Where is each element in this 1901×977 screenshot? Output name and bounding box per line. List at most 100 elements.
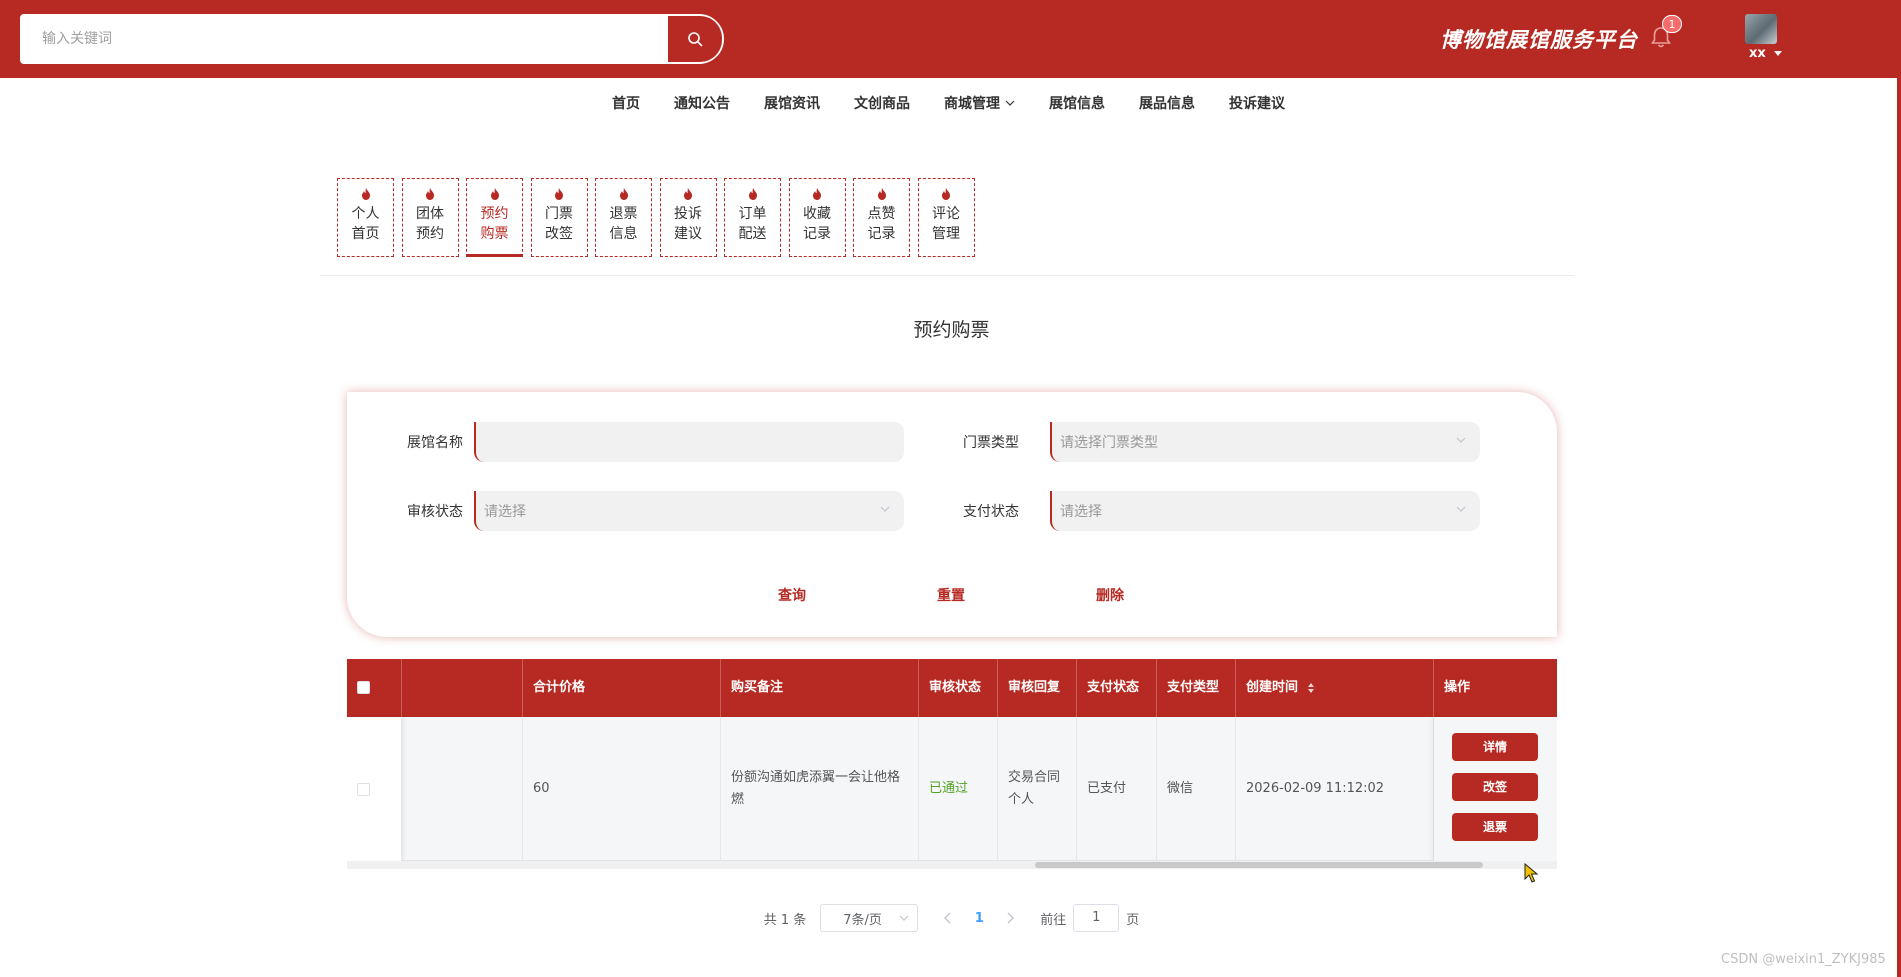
mouse-cursor-icon xyxy=(1524,863,1538,883)
row-pay-type: 微信 xyxy=(1157,717,1236,861)
header-created-at[interactable]: 创建时间 xyxy=(1236,659,1434,717)
pagination-total: 共 1 条 xyxy=(763,912,807,928)
tab-label: 订单配送 xyxy=(738,206,767,242)
search-input[interactable] xyxy=(22,16,668,62)
row-select-cell xyxy=(347,717,402,861)
user-name[interactable]: xx xyxy=(1749,46,1766,61)
divider xyxy=(320,275,1574,276)
nav-item-hall-news[interactable]: 展馆资讯 xyxy=(747,93,837,113)
next-page-icon[interactable] xyxy=(1005,912,1015,924)
header-total-price: 合计价格 xyxy=(523,659,721,717)
query-button[interactable]: 查询 xyxy=(778,585,806,605)
top-header: 博物馆展馆服务平台 1 xx xyxy=(0,0,1897,78)
tab-label: 退票信息 xyxy=(609,206,638,242)
booking-table: 合计价格 购买备注 审核状态 审核回复 支付状态 支付类型 创建时间 操作 60… xyxy=(347,659,1557,869)
horizontal-scrollbar[interactable] xyxy=(347,861,1557,869)
vertical-scrollbar[interactable] xyxy=(1897,0,1901,977)
header-cell-empty xyxy=(402,659,523,717)
header-actions: 操作 xyxy=(1444,680,1471,695)
page-title: 预约购票 xyxy=(913,319,990,341)
tab-refund-info[interactable]: 退票信息 xyxy=(595,178,652,257)
change-ticket-button[interactable]: 改签 xyxy=(1452,773,1538,801)
fire-icon xyxy=(490,188,499,200)
tab-favorites[interactable]: 收藏记录 xyxy=(788,178,846,257)
review-status-select[interactable]: 请选择 xyxy=(474,491,904,531)
nav-label: 展馆信息 xyxy=(1049,96,1105,112)
header-review-status: 审核状态 xyxy=(919,659,998,717)
nav-label: 文创商品 xyxy=(854,96,910,112)
row-pay-status: 已支付 xyxy=(1077,717,1157,861)
caret-down-icon[interactable] xyxy=(1774,51,1782,56)
pay-status-select[interactable]: 请选择 xyxy=(1050,491,1480,531)
chevron-down-icon xyxy=(1456,506,1466,512)
row-total-price: 60 xyxy=(523,717,721,861)
header-pay-type: 支付类型 xyxy=(1157,659,1236,717)
nav-label: 展品信息 xyxy=(1139,96,1195,112)
nav-label: 通知公告 xyxy=(674,96,730,112)
ticket-type-select[interactable]: 请选择门票类型 xyxy=(1050,422,1480,462)
page-number-current[interactable]: 1 xyxy=(967,911,991,926)
detail-button[interactable]: 详情 xyxy=(1452,733,1538,761)
tab-complaints[interactable]: 投诉建议 xyxy=(659,178,717,257)
tab-ticket-booking[interactable]: 预约购票 xyxy=(466,178,523,257)
tab-comments[interactable]: 评论管理 xyxy=(917,178,975,257)
notification-badge: 1 xyxy=(1662,15,1682,33)
fire-icon xyxy=(942,188,950,200)
tab-label: 点赞记录 xyxy=(867,206,896,242)
horizontal-scrollbar-thumb[interactable] xyxy=(1035,862,1483,868)
delete-button[interactable]: 删除 xyxy=(1096,585,1124,605)
chevron-down-icon xyxy=(880,506,890,512)
reset-button[interactable]: 重置 xyxy=(937,585,965,605)
search-button[interactable] xyxy=(668,16,722,62)
tab-order-delivery[interactable]: 订单配送 xyxy=(724,178,781,257)
search-icon xyxy=(688,32,703,47)
fire-icon xyxy=(813,188,821,200)
nav-item-notices[interactable]: 通知公告 xyxy=(657,93,747,113)
nav-item-exhibit-info[interactable]: 展品信息 xyxy=(1122,93,1212,113)
goto-page-input[interactable]: 1 xyxy=(1073,904,1120,932)
header-created-at-label: 创建时间 xyxy=(1246,680,1299,695)
nav-item-complaints[interactable]: 投诉建议 xyxy=(1212,93,1302,113)
select-all-checkbox[interactable] xyxy=(357,681,370,694)
refund-ticket-button[interactable]: 退票 xyxy=(1452,813,1538,841)
row-review-status: 已通过 xyxy=(919,717,998,861)
tab-label: 收藏记录 xyxy=(803,206,831,242)
fire-icon xyxy=(748,188,757,200)
platform-title: 博物馆展馆服务平台 xyxy=(1440,28,1638,52)
tab-likes[interactable]: 点赞记录 xyxy=(853,178,910,257)
page-size-select[interactable]: 7条/页 xyxy=(820,904,919,932)
tab-personal-home[interactable]: 个人首页 xyxy=(337,178,394,257)
tab-label: 团体预约 xyxy=(416,206,444,242)
hall-name-input[interactable] xyxy=(474,422,904,462)
header-pay-status: 支付状态 xyxy=(1077,659,1157,717)
search-box xyxy=(20,14,724,64)
pay-status-label: 支付状态 xyxy=(963,504,1019,520)
nav-item-home[interactable]: 首页 xyxy=(595,93,657,113)
sort-icon[interactable] xyxy=(1307,682,1315,694)
pagination: 共 1 条 7条/页 1 前往 1 页 xyxy=(0,904,1901,932)
ticket-type-label: 门票类型 xyxy=(963,435,1019,451)
table-row: 60 份额沟通如虎添翼一会让他格燃 已通过 交易合同个人 已支付 微信 2026… xyxy=(347,717,1557,861)
fire-icon xyxy=(555,188,563,200)
avatar[interactable] xyxy=(1745,14,1777,44)
nav-item-hall-info[interactable]: 展馆信息 xyxy=(1032,93,1122,113)
chevron-down-icon xyxy=(1005,100,1015,106)
tab-group-booking[interactable]: 团体预约 xyxy=(401,178,459,257)
prev-page-icon[interactable] xyxy=(943,912,953,924)
row-checkbox[interactable] xyxy=(357,782,370,796)
page-size-value: 7条/页 xyxy=(843,912,882,928)
tab-label: 门票改签 xyxy=(545,206,573,242)
row-remark: 份额沟通如虎添翼一会让他格燃 xyxy=(721,717,919,861)
review-status-label: 审核状态 xyxy=(407,504,463,520)
fire-icon xyxy=(361,188,370,200)
review-status-placeholder: 请选择 xyxy=(484,504,526,520)
nav-item-products[interactable]: 文创商品 xyxy=(837,93,927,113)
header-select-all-cell xyxy=(347,659,402,717)
fire-icon xyxy=(684,188,692,200)
nav-item-shop-manage[interactable]: 商城管理 xyxy=(927,93,1032,113)
row-actions-cell: 详情 改签 退票 xyxy=(1434,717,1557,861)
goto-label: 前往 xyxy=(1040,912,1067,928)
pay-status-placeholder: 请选择 xyxy=(1060,504,1102,520)
watermark: CSDN @weixin1_ZYKJ985 xyxy=(1721,952,1886,967)
tab-ticket-change[interactable]: 门票改签 xyxy=(530,178,588,257)
